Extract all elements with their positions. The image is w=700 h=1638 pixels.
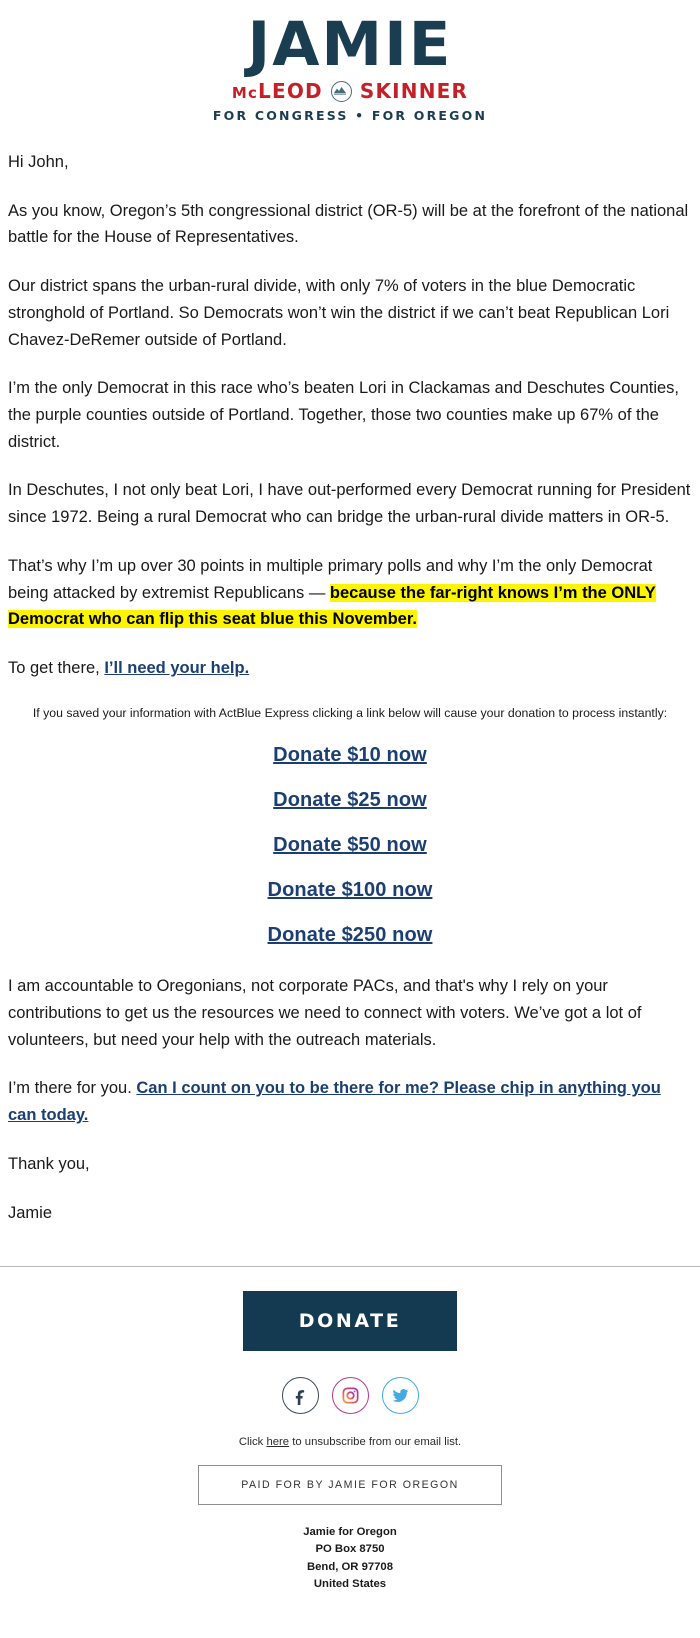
paragraph-2: Our district spans the urban-rural divid…: [8, 277, 670, 349]
paid-for-disclaimer: PAID FOR BY JAMIE FOR OREGON: [198, 1465, 502, 1506]
email-footer: DONATE Click here to unsubscribe from ou…: [0, 1267, 700, 1615]
closing: Thank you,: [8, 1154, 90, 1173]
actblue-express-note: If you saved your information with ActBl…: [32, 705, 668, 720]
donate-button[interactable]: DONATE: [242, 1291, 458, 1352]
logo-tagline: FOR CONGRESS • FOR OREGON: [212, 108, 488, 123]
unsubscribe-text: Click here to unsubscribe from our email…: [0, 1436, 700, 1448]
paragraph-6-text: To get there,: [8, 659, 105, 678]
mailing-address: Jamie for Oregon PO Box 8750 Bend, OR 97…: [0, 1524, 700, 1593]
donate-link-250[interactable]: Donate $250 now: [268, 924, 433, 946]
logo-candidate-name: JAMIE: [247, 9, 453, 80]
donate-link-10[interactable]: Donate $10 now: [273, 744, 427, 766]
donate-row: Donate $100 now: [8, 879, 692, 902]
donation-amount-links: Donate $10 now Donate $25 now Donate $50…: [8, 744, 692, 947]
donate-link-50[interactable]: Donate $50 now: [273, 834, 427, 856]
address-line-3: Bend, OR 97708: [306, 1560, 394, 1573]
address-line-2: PO Box 8750: [315, 1543, 385, 1556]
paragraph-8-text: I’m there for you.: [8, 1079, 137, 1098]
paragraph-3: I’m the only Democrat in this race who’s…: [8, 379, 680, 451]
paragraph-7: I am accountable to Oregonians, not corp…: [8, 977, 642, 1049]
mountain-seal-icon: [330, 80, 352, 102]
greeting: Hi John,: [8, 153, 69, 171]
logo-surname-mc: Mc: [231, 84, 259, 102]
instagram-icon[interactable]: [331, 1377, 369, 1415]
unsubscribe-post: to unsubscribe from our email list.: [289, 1436, 462, 1449]
campaign-logo: JAMIE McLEOD SKINNER FOR CONGRESS • FOR …: [0, 0, 700, 131]
paragraph-4: In Deschutes, I not only beat Lori, I ha…: [8, 481, 691, 527]
donate-link-100[interactable]: Donate $100 now: [268, 879, 433, 901]
paragraph-1: As you know, Oregon’s 5th congressional …: [8, 201, 689, 247]
paragraph-8: I’m there for you. Can I count on you to…: [8, 1075, 692, 1128]
paragraph-6: To get there, I’ll need your help.: [8, 655, 692, 682]
donate-row: Donate $25 now: [8, 789, 692, 812]
donate-row: Donate $10 now: [8, 744, 692, 767]
letter-content: Hi John, As you know, Oregon’s 5th congr…: [0, 131, 700, 1226]
paragraph-5: That’s why I’m up over 30 points in mult…: [8, 553, 692, 633]
facebook-icon[interactable]: [281, 1377, 319, 1415]
unsubscribe-pre: Click: [238, 1436, 267, 1449]
donate-link-25[interactable]: Donate $25 now: [273, 789, 427, 811]
need-your-help-link[interactable]: I’ll need your help.: [104, 659, 249, 677]
social-links: [0, 1377, 700, 1415]
logo-surname-mcleod: McLEOD: [232, 79, 323, 103]
logo-surname-skinner: SKINNER: [359, 79, 469, 103]
email-body: JAMIE McLEOD SKINNER FOR CONGRESS • FOR …: [0, 0, 700, 1615]
signature: Jamie: [8, 1203, 53, 1222]
twitter-icon[interactable]: [381, 1377, 419, 1415]
donate-row: Donate $50 now: [8, 834, 692, 857]
logo-surname-leod: LEOD: [258, 79, 323, 103]
address-line-1: Jamie for Oregon: [303, 1526, 397, 1539]
logo-surname-row: McLEOD SKINNER: [0, 79, 700, 103]
donate-row: Donate $250 now: [8, 924, 692, 947]
address-line-4: United States: [313, 1577, 387, 1590]
unsubscribe-link[interactable]: here: [266, 1436, 289, 1448]
